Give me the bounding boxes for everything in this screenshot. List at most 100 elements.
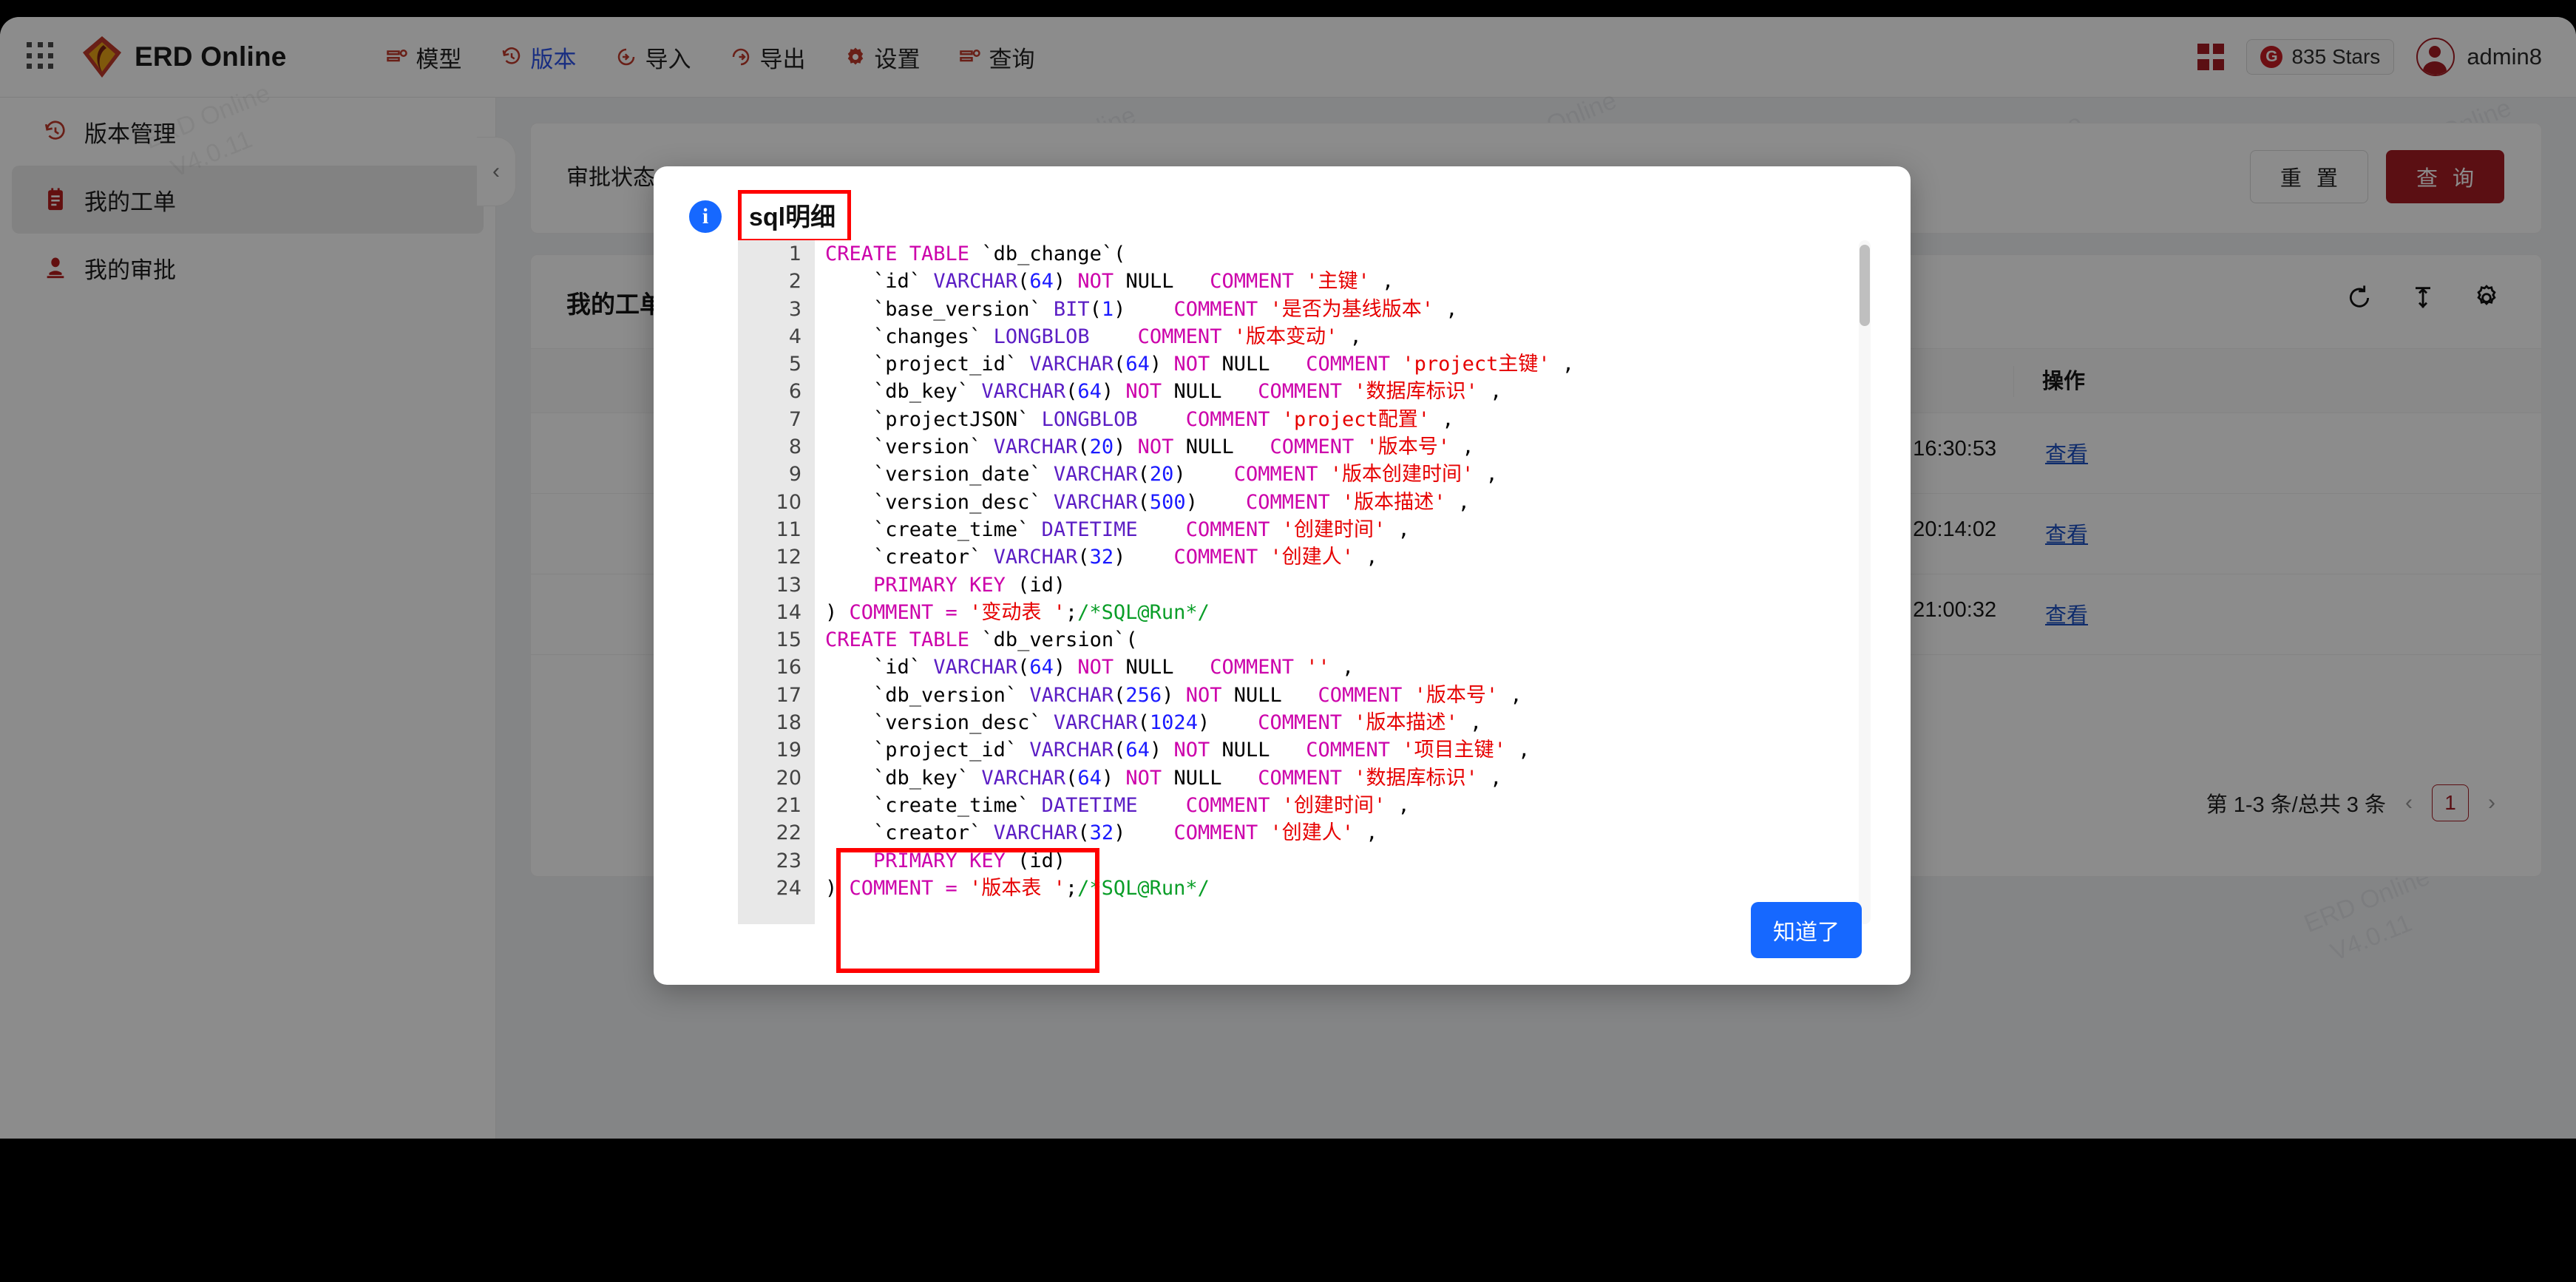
code-token: 500	[1149, 490, 1186, 514]
code-token: `version_date`	[825, 463, 1054, 486]
code-token: VARCHAR	[981, 766, 1066, 790]
code-token: NOT	[1077, 270, 1114, 294]
sql-code-viewer[interactable]: 1 2 3 4 5 6 7 8 9 10 11 12 13 14 15 16 17 18 19 20 21 22 23 24 …	[738, 240, 1871, 924]
code-line: `base_version` BIT(1) COMMENT '是否为基线版本' …	[825, 296, 1574, 323]
code-token: COMMENT	[1258, 766, 1355, 790]
code-token: `project_id`	[825, 739, 1030, 762]
info-icon: i	[689, 200, 722, 233]
code-token: )	[1114, 297, 1174, 321]
code-token: )	[1114, 821, 1174, 845]
code-token: '是否为基线版本'	[1270, 297, 1434, 321]
code-token: ,	[1477, 766, 1502, 790]
code-line: `project_id` VARCHAR(64) NOT NULL COMMEN…	[825, 736, 1574, 764]
line-number: 10	[776, 490, 801, 514]
code-token: COMMENT	[1185, 407, 1282, 431]
code-token: 32	[1089, 821, 1114, 845]
code-token: COMMENT	[1245, 490, 1343, 514]
modal-title-highlight: sql明细	[738, 190, 852, 243]
code-token: COMMENT	[1185, 793, 1282, 817]
code-token: `create_time`	[825, 518, 1042, 541]
code-token: 1	[1101, 297, 1114, 321]
sql-detail-modal: i sql明细 1 2 3 4 5 6 7 8 9 10 11 12 13 14 15 16 17 18 19 20 2…	[654, 166, 1911, 985]
code-token: '数据库标识'	[1354, 766, 1478, 790]
code-token: `creator`	[825, 546, 994, 569]
code-token: `id`	[825, 270, 934, 294]
line-number: 16	[776, 656, 801, 679]
code-token: VARCHAR	[981, 380, 1066, 404]
code-token: )	[1162, 683, 1186, 707]
code-token: '版本描述'	[1354, 711, 1458, 735]
code-line: PRIMARY KEY (id)	[825, 847, 1574, 875]
code-token: (	[1077, 546, 1090, 569]
code-token: NOT	[1077, 656, 1114, 679]
code-line: `version` VARCHAR(20) NOT NULL COMMENT '…	[825, 433, 1574, 461]
line-number: 21	[776, 793, 801, 817]
code-token: NULL	[1173, 435, 1270, 459]
code-token: /*SQL@Run*/	[1077, 876, 1210, 900]
code-line: `version_date` VARCHAR(20) COMMENT '版本创建…	[825, 461, 1574, 488]
code-line: `version_desc` VARCHAR(1024) COMMENT '版本…	[825, 709, 1574, 736]
code-token: (	[1065, 766, 1078, 790]
code-token: ,	[1434, 297, 1458, 321]
code-token: (	[1114, 683, 1126, 707]
code-token: COMMENT	[1137, 325, 1234, 348]
scrollbar-thumb[interactable]	[1860, 245, 1870, 326]
code-token: PRIMARY KEY	[873, 849, 1006, 872]
code-token: LONGBLOB	[993, 325, 1090, 348]
code-token: ;	[1065, 600, 1078, 624]
code-token: (id)	[1005, 573, 1066, 597]
code-token: '版本号'	[1414, 683, 1499, 707]
code-token: VARCHAR	[933, 270, 1018, 294]
code-token: 64	[1125, 739, 1150, 762]
line-number: 6	[788, 380, 801, 404]
code-token: ,	[1450, 435, 1474, 459]
scrollbar-track[interactable]	[1859, 240, 1871, 924]
confirm-button[interactable]: 知道了	[1751, 902, 1862, 958]
code-token: 32	[1089, 546, 1114, 569]
code-token: '变动表 '	[969, 600, 1065, 624]
code-token: ,	[1386, 518, 1410, 541]
code-token: )	[1101, 766, 1126, 790]
code-content: CREATE TABLE `db_change`( `id` VARCHAR(6…	[825, 240, 1574, 902]
code-token: '主键'	[1306, 270, 1370, 294]
code-token: '项目主键'	[1402, 739, 1506, 762]
code-token: VARCHAR	[933, 656, 1018, 679]
code-token: NULL	[1221, 683, 1318, 707]
code-line: `create_time` DATETIME COMMENT '创建时间' ,	[825, 516, 1574, 543]
line-number: 20	[776, 766, 801, 790]
code-token: VARCHAR	[1029, 683, 1114, 707]
code-token: (	[1017, 656, 1030, 679]
code-token: '创建人'	[1270, 821, 1354, 845]
code-token: VARCHAR	[1053, 463, 1138, 486]
code-token: 256	[1125, 683, 1162, 707]
code-token: DATETIME	[1041, 793, 1138, 817]
line-number: 7	[788, 407, 801, 431]
code-token: ,	[1457, 711, 1482, 735]
line-number: 12	[776, 546, 801, 569]
code-token: COMMENT	[1173, 821, 1270, 845]
code-token: VARCHAR	[993, 821, 1078, 845]
code-line: `project_id` VARCHAR(64) NOT NULL COMMEN…	[825, 350, 1574, 378]
code-token: (	[1065, 380, 1078, 404]
code-token: (	[1137, 711, 1150, 735]
code-token: COMMENT	[1173, 546, 1270, 569]
code-line: `version_desc` VARCHAR(500) COMMENT '版本描…	[825, 489, 1574, 516]
code-token: BIT	[1053, 297, 1090, 321]
code-token: COMMENT =	[849, 600, 970, 624]
line-number: 24	[776, 876, 801, 900]
code-token: (	[1017, 270, 1030, 294]
code-token: )	[1053, 270, 1078, 294]
code-token: NOT	[1137, 435, 1174, 459]
code-token: DATETIME	[1041, 518, 1138, 541]
code-token: '数据库标识'	[1354, 380, 1478, 404]
code-token: `base_version`	[825, 297, 1054, 321]
code-token: VARCHAR	[993, 435, 1078, 459]
code-token: )	[1053, 656, 1078, 679]
code-token: 64	[1077, 766, 1102, 790]
code-token: NULL	[1114, 656, 1210, 679]
code-token: 'project配置'	[1281, 407, 1431, 431]
code-token: ,	[1354, 546, 1378, 569]
